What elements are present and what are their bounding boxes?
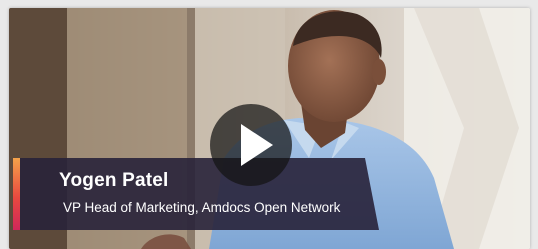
video-card: Yogen Patel VP Head of Marketing, Amdocs… <box>0 0 538 249</box>
play-icon <box>241 124 273 166</box>
caption-accent-stripe <box>13 158 20 230</box>
lower-third-caption: Yogen Patel VP Head of Marketing, Amdocs… <box>13 158 379 230</box>
presenter-name: Yogen Patel <box>59 170 169 191</box>
caption-bar <box>13 158 379 230</box>
presenter-title: VP Head of Marketing, Amdocs Open Networ… <box>63 200 341 215</box>
video-player[interactable]: Yogen Patel VP Head of Marketing, Amdocs… <box>9 8 530 249</box>
play-button[interactable] <box>210 104 292 186</box>
